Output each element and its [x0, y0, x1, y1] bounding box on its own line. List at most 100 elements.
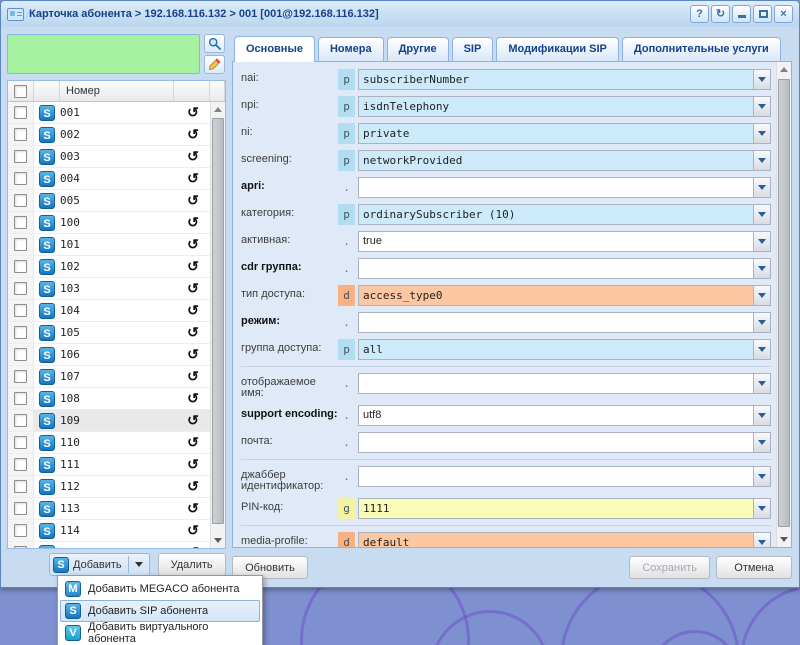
subscriber-row[interactable]: S110↺: [8, 432, 210, 454]
search-button[interactable]: [204, 34, 225, 53]
subscriber-row[interactable]: S104↺: [8, 300, 210, 322]
row-checkbox[interactable]: [14, 546, 27, 548]
combo-trigger[interactable]: [753, 467, 770, 486]
combo-trigger[interactable]: [753, 313, 770, 332]
row-checkbox[interactable]: [14, 238, 27, 251]
row-checkbox[interactable]: [14, 326, 27, 339]
combo-trigger[interactable]: [753, 286, 770, 305]
field-combo[interactable]: true: [358, 231, 771, 252]
history-icon[interactable]: ↺: [176, 258, 210, 275]
history-icon[interactable]: ↺: [176, 302, 210, 319]
tab-sip-mods[interactable]: Модификации SIP: [496, 37, 619, 61]
subscriber-row[interactable]: S004↺: [8, 168, 210, 190]
subscriber-row[interactable]: S108↺: [8, 388, 210, 410]
field-combo[interactable]: [358, 258, 771, 279]
history-icon[interactable]: ↺: [176, 104, 210, 121]
field-combo[interactable]: all: [358, 339, 771, 360]
maximize-icon[interactable]: [753, 5, 772, 23]
combo-trigger[interactable]: [753, 124, 770, 143]
combo-trigger[interactable]: [753, 232, 770, 251]
row-checkbox[interactable]: [14, 370, 27, 383]
field-combo[interactable]: [358, 312, 771, 333]
tab-numbers[interactable]: Номера: [318, 37, 384, 61]
subscriber-row[interactable]: S103↺: [8, 278, 210, 300]
row-checkbox[interactable]: [14, 282, 27, 295]
history-icon[interactable]: ↺: [176, 390, 210, 407]
history-icon[interactable]: ↺: [176, 346, 210, 363]
tab-extra-services[interactable]: Дополнительные услуги: [622, 37, 781, 61]
row-checkbox[interactable]: [14, 128, 27, 141]
history-icon[interactable]: ↺: [176, 148, 210, 165]
tab-sip[interactable]: SIP: [452, 37, 494, 61]
subscriber-row[interactable]: S005↺: [8, 190, 210, 212]
combo-trigger[interactable]: [753, 406, 770, 425]
row-checkbox[interactable]: [14, 348, 27, 361]
row-checkbox[interactable]: [14, 216, 27, 229]
row-checkbox[interactable]: [14, 106, 27, 119]
subscriber-row[interactable]: S112↺: [8, 476, 210, 498]
close-icon[interactable]: ×: [774, 5, 793, 23]
field-combo[interactable]: [358, 373, 771, 394]
subscriber-row[interactable]: S102↺: [8, 256, 210, 278]
menu-item-add-sip[interactable]: SДобавить SIP абонента: [60, 600, 260, 622]
refresh-icon[interactable]: ↻: [711, 5, 730, 23]
tab-other[interactable]: Другие: [387, 37, 449, 61]
history-icon[interactable]: ↺: [176, 324, 210, 341]
scroll-down-icon[interactable]: [777, 532, 791, 547]
chevron-down-icon[interactable]: [135, 562, 143, 567]
field-combo[interactable]: [358, 432, 771, 453]
history-icon[interactable]: ↺: [176, 412, 210, 429]
type-column-header[interactable]: [34, 81, 60, 101]
row-checkbox[interactable]: [14, 260, 27, 273]
field-combo[interactable]: ordinarySubscriber (10): [358, 204, 771, 225]
subscriber-row[interactable]: S113↺: [8, 498, 210, 520]
combo-trigger[interactable]: [753, 340, 770, 359]
field-combo[interactable]: isdnTelephony: [358, 96, 771, 117]
row-checkbox[interactable]: [14, 414, 27, 427]
table-header[interactable]: Номер: [8, 81, 225, 102]
subscriber-row[interactable]: S106↺: [8, 344, 210, 366]
history-icon[interactable]: ↺: [176, 368, 210, 385]
row-checkbox[interactable]: [14, 304, 27, 317]
form-scrollbar[interactable]: [776, 62, 791, 547]
number-filter-input[interactable]: [7, 34, 200, 74]
subscriber-row[interactable]: S107↺: [8, 366, 210, 388]
field-combo[interactable]: [358, 177, 771, 198]
scroll-up-icon[interactable]: [777, 62, 791, 77]
delete-subscriber-button[interactable]: Удалить: [158, 553, 226, 576]
row-checkbox[interactable]: [14, 172, 27, 185]
combo-trigger[interactable]: [753, 97, 770, 116]
list-scrollbar-thumb[interactable]: [212, 118, 224, 524]
subscriber-row[interactable]: S001↺: [8, 102, 210, 124]
subscriber-row[interactable]: S100↺: [8, 212, 210, 234]
subscriber-row[interactable]: S114↺: [8, 520, 210, 542]
row-checkbox[interactable]: [14, 480, 27, 493]
row-checkbox[interactable]: [14, 194, 27, 207]
subscriber-row[interactable]: S115↺: [8, 542, 210, 548]
menu-item-add-virtual[interactable]: VДобавить виртуального абонента: [60, 622, 260, 644]
row-checkbox[interactable]: [14, 150, 27, 163]
row-checkbox[interactable]: [14, 392, 27, 405]
history-icon[interactable]: ↺: [176, 500, 210, 517]
minimize-icon[interactable]: [732, 5, 751, 23]
field-combo[interactable]: utf8: [358, 405, 771, 426]
history-icon[interactable]: ↺: [176, 280, 210, 297]
history-icon[interactable]: ↺: [176, 456, 210, 473]
field-combo[interactable]: subscriberNumber: [358, 69, 771, 90]
history-icon[interactable]: ↺: [176, 434, 210, 451]
combo-trigger[interactable]: [753, 533, 770, 547]
edit-button[interactable]: [204, 55, 225, 74]
combo-trigger[interactable]: [753, 374, 770, 393]
row-checkbox[interactable]: [14, 458, 27, 471]
cancel-button[interactable]: Отмена: [716, 556, 792, 579]
history-icon[interactable]: ↺: [176, 478, 210, 495]
scroll-down-icon[interactable]: [211, 533, 225, 548]
row-checkbox[interactable]: [14, 524, 27, 537]
menu-item-add-megaco[interactable]: MДобавить MEGACO абонента: [60, 578, 260, 600]
window-titlebar[interactable]: Карточка абонента > 192.168.116.132 > 00…: [1, 1, 799, 27]
history-icon[interactable]: ↺: [176, 170, 210, 187]
add-subscriber-button[interactable]: S Добавить: [49, 553, 150, 576]
row-checkbox[interactable]: [14, 502, 27, 515]
history-column-header[interactable]: [174, 81, 210, 101]
combo-trigger[interactable]: [753, 70, 770, 89]
